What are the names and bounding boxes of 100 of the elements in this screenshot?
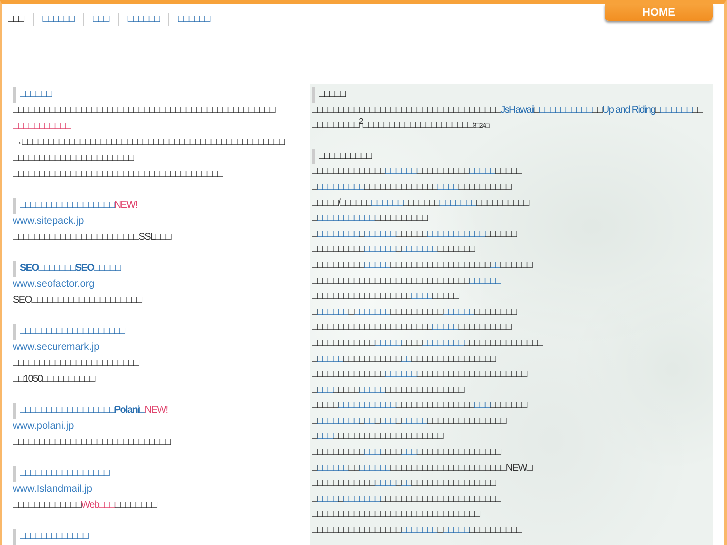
- new-label: NEW!: [144, 404, 168, 418]
- url-link[interactable]: www.securemark.jp: [13, 340, 310, 356]
- section-heading: □□□□□: [319, 88, 346, 102]
- line-text: □□□□□□□□□□□□□□□□□□□□□: [416, 369, 527, 380]
- inline-link[interactable]: □□□□□: [374, 338, 402, 349]
- inline-link[interactable]: □□□□□□□□□□□: [338, 400, 396, 412]
- line-text: □□□□□□□□□□: [469, 525, 522, 536]
- line-text: □□□□□: [495, 166, 522, 178]
- line-text: □□□□□□□□□□□□□□□□□□□□□□□: [380, 494, 501, 505]
- nav-link[interactable]: □□□□□□: [169, 13, 219, 26]
- inline-link[interactable]: □□□□: [317, 494, 338, 505]
- nav-link[interactable]: □□□□□□: [34, 13, 84, 26]
- inline-link[interactable]: □□□□□□□: [343, 494, 380, 505]
- line-text: □□□□□□□□□□□□□□□□□□□□□□□□SSL□□□: [13, 232, 171, 243]
- inline-link[interactable]: □□□□□□□: [401, 525, 438, 536]
- inline-link[interactable]: □□□: [317, 384, 333, 396]
- inline-link[interactable]: □□□□: [374, 478, 396, 490]
- inline-link[interactable]: □□□□□: [317, 354, 344, 364]
- line-text: □□□□□□□□□□□: [343, 354, 402, 364]
- inline-link[interactable]: □□□□□□□□: [317, 416, 360, 427]
- nav-link[interactable]: □□□: [8, 13, 34, 26]
- url-link[interactable]: www.Islandmail.jp: [13, 482, 310, 498]
- inline-link[interactable]: □□□: [401, 447, 417, 458]
- inline-link[interactable]: Up and Riding: [602, 104, 656, 116]
- inline-link[interactable]: □□□: [317, 431, 333, 442]
- inline-link[interactable]: □□□□□□: [660, 104, 692, 116]
- line-text: □□□□□□□□□□□□□□□□□□□: [312, 291, 412, 302]
- inline-link[interactable]: □□□□□□: [359, 462, 391, 474]
- line-text: □□□□□□□□□□□□: [312, 338, 375, 349]
- url-link[interactable]: www.polani.jp: [13, 419, 310, 435]
- inline-link[interactable]: □□□□□□□: [354, 306, 391, 318]
- inline-link[interactable]: □□□□□□: [364, 228, 396, 240]
- inline-link[interactable]: □□□□□: [469, 166, 496, 178]
- inline-link[interactable]: □□□□□□□□□: [317, 182, 364, 193]
- line-text: □□□□□□□□□□□□: [312, 478, 375, 490]
- section-heading-link[interactable]: □□□□□□□□□□□□□□□□□□Polani□: [20, 403, 145, 419]
- inline-link[interactable]: □□□□□□: [364, 244, 396, 256]
- line-text: □□□□□□□□□□□□□□□: [396, 400, 474, 412]
- url-link[interactable]: www.seofactor.org: [13, 277, 310, 293]
- line-text: □□□□□□□□□□□□□□□□□□□□□□□□□□□□□□□□: [312, 509, 480, 520]
- inline-link[interactable]: □□□□□□□: [401, 244, 438, 256]
- inline-link[interactable]: □□□□□□□□□□: [540, 104, 592, 116]
- line-text: □: [312, 431, 318, 442]
- inline-link[interactable]: □□□□□□: [317, 306, 349, 318]
- inline-link[interactable]: □□□□□□□□□□□: [317, 213, 375, 224]
- line-text: □□□□□□□□□□□□□□□□□□□□□□□□□□□□□□: [312, 276, 470, 287]
- nav-link[interactable]: □□□: [84, 13, 119, 26]
- inline-link[interactable]: □□□□□: [359, 384, 386, 396]
- section-heading-link[interactable]: □□□□□□□□□□□□□□□□□: [20, 466, 110, 482]
- inline-link[interactable]: □□□□: [412, 291, 433, 302]
- inline-link[interactable]: □□□□□: [364, 260, 391, 271]
- inline-link[interactable]: □□□: [474, 400, 490, 412]
- section-heading-link[interactable]: □□□□□□: [20, 87, 52, 103]
- inline-link[interactable]: □□: [401, 478, 412, 490]
- inline-link[interactable]: □□□□□□□□□□□: [427, 228, 485, 240]
- line-text: □□□□□: [332, 384, 360, 396]
- inline-link[interactable]: □□: [401, 354, 412, 364]
- inline-link[interactable]: □□□□□□: [317, 462, 349, 474]
- inline-link[interactable]: □□□: [364, 447, 380, 458]
- inline-link[interactable]: □□□□: [438, 182, 459, 193]
- inline-link[interactable]: □□□□□□□: [440, 198, 476, 209]
- inline-link[interactable]: □□□□□□□□: [422, 338, 464, 349]
- line-text: □□□□□□□□□□: [458, 182, 512, 193]
- inline-link[interactable]: □□: [490, 260, 501, 271]
- line-text: □□□□□□□□□□□□□□□□□□□□□: [332, 431, 444, 442]
- section-heading-link[interactable]: SEO□□□□□□□SEO□□□□□: [20, 261, 120, 277]
- line-text: □□□□□□□: [490, 400, 527, 412]
- section-heading-link[interactable]: □□□□□□□□□□□□□□□□□□□□: [20, 324, 125, 340]
- line-text: □: [396, 244, 402, 256]
- line-text: □: [312, 494, 318, 505]
- line-text: □: [396, 416, 402, 427]
- url-link[interactable]: www.sitepack.jp: [13, 214, 310, 230]
- inline-link[interactable]: □□□□□□: [469, 276, 501, 287]
- line-text: □□□□□□□: [403, 198, 440, 209]
- line-text: □□□□□□□: [438, 244, 474, 256]
- line-text: □□□□□/□□□□□□: [312, 198, 372, 209]
- line-text: □□□□□□: [396, 228, 428, 240]
- line-text: □□□□□□□□□□: [390, 306, 444, 318]
- inline-link[interactable]: □□□□□□: [385, 369, 417, 380]
- line-text: □□□□□□□□□$^{2}$□□□□□□□□□□□□□□□□□□□□□: [312, 120, 473, 132]
- section-heading-link[interactable]: □□□□□□□□□□□□□: [20, 529, 88, 545]
- line-text: □□□□□□□□□□: [312, 244, 364, 256]
- line-text: □□□□□□□□: [474, 306, 516, 318]
- line-text: □□□□□□□□□□□□□□□: [464, 338, 543, 349]
- line-text: □: [312, 213, 318, 224]
- line-text: □: [348, 306, 354, 318]
- inline-link[interactable]: □□□□□□: [372, 198, 404, 209]
- inline-link[interactable]: □□□□□□: [385, 166, 417, 178]
- line-text: □□□□□□□□□□□□□□□□□□□□□□□: [13, 153, 134, 164]
- section-heading-link[interactable]: □□□□□□□□□□□□□□□□□□: [20, 198, 114, 214]
- line-text: □□□□□□□□□□: [312, 447, 364, 458]
- line-text: □□□□□□□□□□□□□□□□□□□□□□□: [312, 322, 433, 334]
- inline-link[interactable]: □□□□□□□□: [317, 228, 360, 240]
- inline-link[interactable]: □□□□□: [432, 322, 459, 334]
- inline-link[interactable]: □□□□□: [401, 416, 428, 427]
- inline-link[interactable]: □□□□□□: [443, 306, 474, 318]
- inline-link[interactable]: □□□□□: [443, 525, 470, 536]
- inline-link[interactable]: JsHawaii: [500, 104, 534, 116]
- nav-link[interactable]: □□□□□□: [118, 13, 170, 26]
- inline-link[interactable]: □□□: [380, 416, 396, 427]
